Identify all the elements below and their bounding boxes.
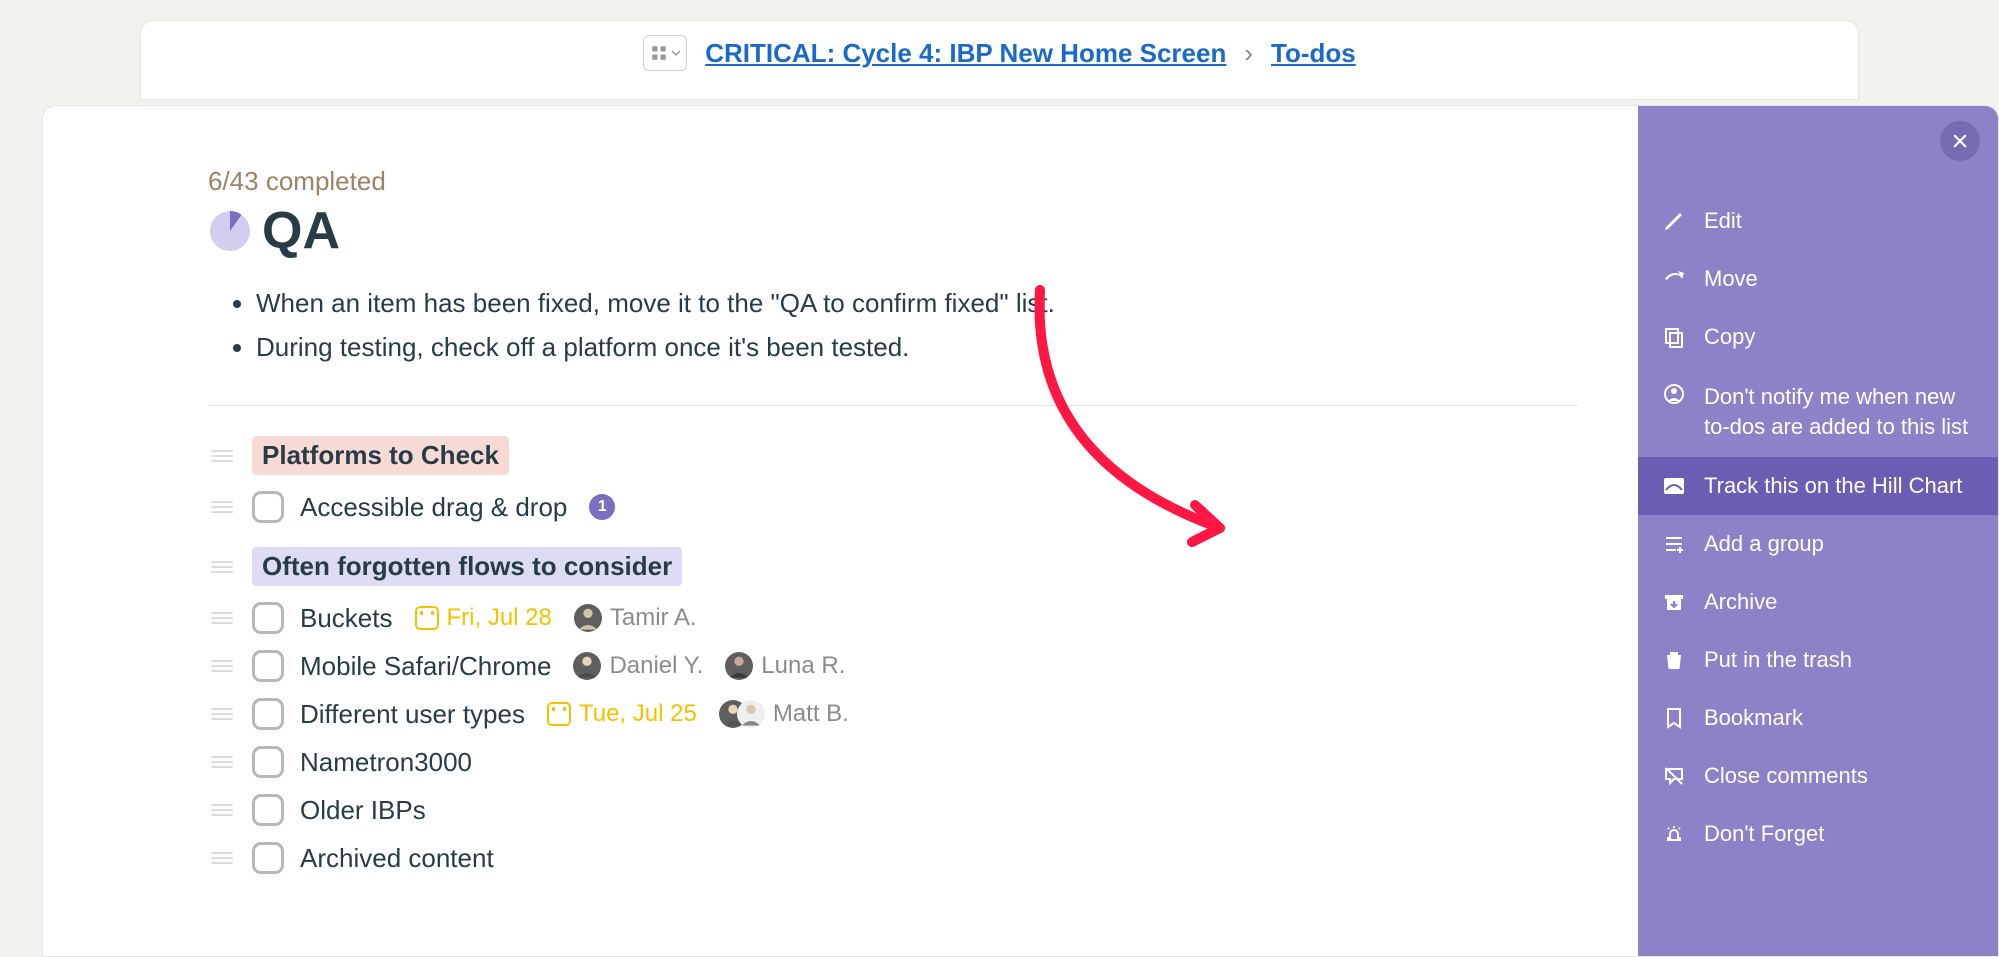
- todo-title[interactable]: Archived content: [300, 843, 494, 874]
- drag-handle-icon[interactable]: [208, 804, 236, 816]
- view-switcher-button[interactable]: [643, 35, 687, 71]
- calendar-icon: [415, 606, 439, 630]
- hill-chart-icon: [1662, 474, 1686, 498]
- menu-move[interactable]: Move: [1638, 250, 1998, 308]
- todo-item[interactable]: Buckets Fri, Jul 28 Tamir A.: [208, 594, 1578, 642]
- drag-handle-icon[interactable]: [208, 708, 236, 720]
- page-title: QA: [262, 201, 340, 261]
- todo-checkbox[interactable]: [252, 746, 284, 778]
- drag-handle-icon[interactable]: [208, 756, 236, 768]
- todo-title[interactable]: Buckets: [300, 603, 393, 634]
- menu-trash[interactable]: Put in the trash: [1638, 631, 1998, 689]
- todo-group: Often forgotten flows to consider Bucket…: [208, 547, 1578, 882]
- progress-pie-icon: [208, 209, 252, 253]
- copy-icon: [1662, 325, 1686, 349]
- todo-checkbox[interactable]: [252, 842, 284, 874]
- due-date[interactable]: Tue, Jul 25: [547, 700, 697, 728]
- assignee[interactable]: Luna R.: [725, 652, 845, 680]
- todo-item[interactable]: Mobile Safari/Chrome Daniel Y. Luna R.: [208, 642, 1578, 690]
- menu-edit[interactable]: Edit: [1638, 192, 1998, 250]
- comments-off-icon: [1662, 764, 1686, 788]
- assignee[interactable]: Daniel Y.: [573, 652, 703, 680]
- completed-count: 6/43 completed: [208, 166, 1578, 197]
- archive-icon: [1662, 590, 1686, 614]
- todo-checkbox[interactable]: [252, 602, 284, 634]
- menu-track-hill-chart[interactable]: Track this on the Hill Chart: [1638, 457, 1998, 515]
- todo-item[interactable]: Different user types Tue, Jul 25 Matt B.: [208, 690, 1578, 738]
- move-arrow-icon: [1662, 267, 1686, 291]
- group-label-platforms[interactable]: Platforms to Check: [252, 436, 509, 475]
- menu-dont-notify[interactable]: Don't notify me when new to-dos are adde…: [1638, 366, 1998, 457]
- todo-item[interactable]: Accessible drag & drop 1: [208, 483, 1578, 531]
- avatar-icon: [574, 604, 602, 632]
- notify-off-icon: [1662, 382, 1686, 406]
- todo-title[interactable]: Nametron3000: [300, 747, 472, 778]
- drag-handle-icon[interactable]: [208, 660, 236, 672]
- trash-icon: [1662, 648, 1686, 672]
- breadcrumb-separator: ›: [1244, 38, 1253, 69]
- todo-group: Platforms to Check Accessible drag & dro…: [208, 436, 1578, 531]
- todo-title[interactable]: Accessible drag & drop: [300, 492, 567, 523]
- avatar-icon: [737, 700, 765, 728]
- menu-close-comments[interactable]: Close comments: [1638, 747, 1998, 805]
- menu-add-group[interactable]: Add a group: [1638, 515, 1998, 573]
- drag-handle-icon[interactable]: [208, 450, 236, 462]
- divider: [208, 405, 1578, 406]
- todo-checkbox[interactable]: [252, 650, 284, 682]
- main-card: 6/43 completed QA When an item has been …: [42, 105, 1999, 957]
- description-item: When an item has been fixed, move it to …: [256, 281, 1578, 325]
- bookmark-icon: [1662, 706, 1686, 730]
- avatar-icon: [573, 652, 601, 680]
- drag-handle-icon[interactable]: [208, 612, 236, 624]
- content-area: 6/43 completed QA When an item has been …: [43, 106, 1638, 956]
- avatar-icon: [725, 652, 753, 680]
- group-label-flows[interactable]: Often forgotten flows to consider: [252, 547, 682, 586]
- todo-checkbox[interactable]: [252, 794, 284, 826]
- todo-checkbox[interactable]: [252, 698, 284, 730]
- drag-handle-icon[interactable]: [208, 501, 236, 513]
- todo-item[interactable]: Nametron3000: [208, 738, 1578, 786]
- drag-handle-icon[interactable]: [208, 852, 236, 864]
- description-list: When an item has been fixed, move it to …: [208, 281, 1578, 369]
- calendar-icon: [547, 702, 571, 726]
- pencil-icon: [1662, 209, 1686, 233]
- actions-panel: Edit Move Copy Don't notify me when new …: [1638, 106, 1998, 956]
- comment-count-badge[interactable]: 1: [589, 494, 615, 520]
- close-icon: [1950, 131, 1970, 151]
- reminder-icon: [1662, 822, 1686, 846]
- list-add-icon: [1662, 532, 1686, 556]
- description-item: During testing, check off a platform onc…: [256, 325, 1578, 369]
- menu-copy[interactable]: Copy: [1638, 308, 1998, 366]
- assignee[interactable]: Matt B.: [719, 700, 849, 728]
- todo-title[interactable]: Different user types: [300, 699, 525, 730]
- due-date[interactable]: Fri, Jul 28: [415, 604, 552, 632]
- close-button[interactable]: [1940, 121, 1980, 161]
- menu-bookmark[interactable]: Bookmark: [1638, 689, 1998, 747]
- title-row: QA: [208, 201, 1578, 261]
- breadcrumb-section-link[interactable]: To-dos: [1271, 38, 1356, 69]
- breadcrumb-project-link[interactable]: CRITICAL: Cycle 4: IBP New Home Screen: [705, 38, 1226, 69]
- breadcrumb: CRITICAL: Cycle 4: IBP New Home Screen ›…: [0, 18, 1999, 88]
- todo-checkbox[interactable]: [252, 491, 284, 523]
- assignee[interactable]: Tamir A.: [574, 604, 697, 632]
- actions-menu: Edit Move Copy Don't notify me when new …: [1638, 192, 1998, 863]
- menu-dont-forget[interactable]: Don't Forget: [1638, 805, 1998, 863]
- menu-archive[interactable]: Archive: [1638, 573, 1998, 631]
- todo-title[interactable]: Older IBPs: [300, 795, 426, 826]
- todo-title[interactable]: Mobile Safari/Chrome: [300, 651, 551, 682]
- todo-item[interactable]: Archived content: [208, 834, 1578, 882]
- todo-item[interactable]: Older IBPs: [208, 786, 1578, 834]
- drag-handle-icon[interactable]: [208, 561, 236, 573]
